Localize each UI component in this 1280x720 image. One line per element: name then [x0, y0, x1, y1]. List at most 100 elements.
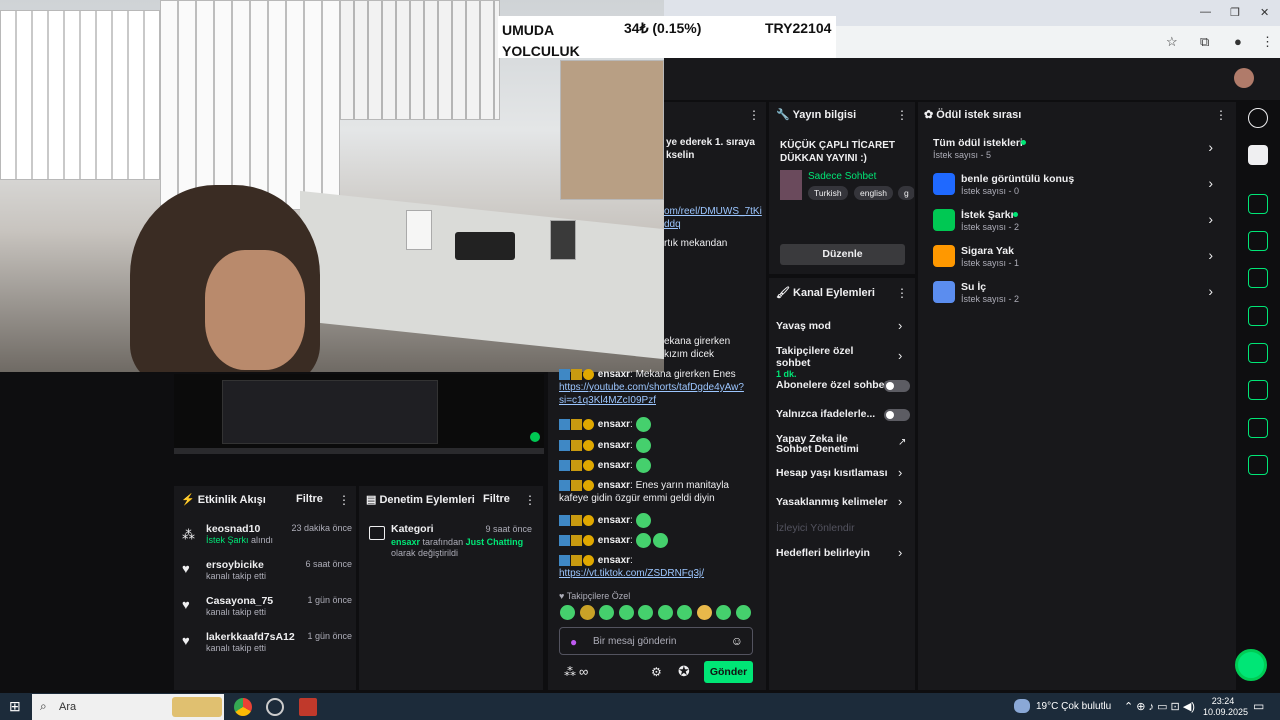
menu-dots-icon[interactable]: ⋮ [1261, 34, 1274, 50]
activity-item[interactable]: ⁂ keosnad10 İstek Şarkı alındı 23 dakika… [182, 523, 352, 549]
wrench-icon[interactable] [1248, 418, 1268, 438]
clock[interactable]: 23:24 10.09.2025 [1203, 696, 1248, 718]
ticker-name: UMUDA YOLCULUK [502, 22, 580, 59]
mod-action-item[interactable]: Kategori 9 saat önce ensaxr tarafından J… [391, 523, 536, 559]
emote-only-toggle[interactable] [884, 409, 910, 421]
chat-input[interactable]: ● Bir mesaj gönderin ☺ [559, 627, 753, 655]
lightning-icon[interactable] [1248, 231, 1268, 251]
activity-menu-icon[interactable]: ⋮ [338, 493, 350, 507]
reward-item[interactable]: Su İç İstek sayısı - 2 › [933, 281, 1223, 305]
ticker-total: TRY22104 [765, 20, 832, 36]
emote[interactable] [560, 605, 575, 620]
all-rewards-item[interactable]: Tüm ödül istekleri İstek sayısı - 5 › [933, 137, 1223, 161]
mod-menu-icon[interactable]: ⋮ [524, 493, 536, 507]
followers-only-item[interactable]: Takipçilere özel sohbet 1 dk. [776, 345, 886, 379]
bot-icon[interactable]: ✪ [678, 663, 690, 680]
emote[interactable] [599, 605, 614, 620]
reward-item[interactable]: Sigara Yak İstek sayısı - 1 › [933, 245, 1223, 269]
close-window-button[interactable]: ✕ [1260, 6, 1269, 19]
emoji-icon[interactable]: ☺ [731, 634, 743, 648]
heart-icon: ♥ [182, 561, 190, 576]
windows-start-icon[interactable]: ⊞ [9, 698, 21, 715]
reward-icon [933, 281, 955, 303]
reward-item[interactable]: İstek Şarkı İstek sayısı - 2 › [933, 209, 1223, 233]
taskbar-search[interactable]: ⌕ Ara [32, 694, 224, 720]
chat-bubble-icon[interactable] [1248, 306, 1268, 326]
category-icon [369, 526, 385, 540]
chat-link[interactable]: https://youtube.com/shorts/tafDgde4yAw? [559, 382, 744, 393]
stream-info-menu-icon[interactable]: ⋮ [896, 108, 908, 122]
app-icon[interactable] [299, 698, 317, 716]
ai-moderation-item[interactable]: Yapay Zeka ile Sohbet Denetimi [776, 434, 886, 455]
settings-gear-icon[interactable]: ⚙ [651, 665, 662, 679]
extensions-grid-icon[interactable] [1248, 455, 1268, 475]
list-icon[interactable] [1248, 268, 1268, 288]
reward-item[interactable]: benle görüntülü konuş İstek sayısı - 0 › [933, 173, 1223, 197]
notification-icon[interactable]: ▭ [1253, 699, 1264, 713]
help-button[interactable] [1235, 649, 1267, 681]
weather-text[interactable]: 19°C Çok bulutlu [1036, 701, 1111, 712]
external-link-icon: ↗ [898, 437, 907, 448]
send-button[interactable]: Gönder [704, 661, 753, 683]
chat-message: ensaxr: Mekana girerken Enes https://you… [559, 368, 744, 406]
obs-icon[interactable] [266, 698, 284, 716]
emote[interactable] [697, 605, 712, 620]
chat-fragment-link[interactable]: om/reel/DMUWS_7tKi ddq [664, 205, 762, 231]
layout-icon[interactable] [1248, 380, 1268, 400]
mod-filter-button[interactable]: Filtre [483, 493, 510, 505]
activity-feed-header: ⚡ Etkinlik Akışı [181, 494, 266, 506]
weather-icon [1014, 699, 1030, 713]
chat-link[interactable]: si=c1q3Kl4MZcI09Pzf [559, 395, 656, 406]
emote[interactable] [677, 605, 692, 620]
maximize-button[interactable]: ❐ [1230, 6, 1240, 19]
broadcast-icon[interactable] [1248, 343, 1268, 363]
emote[interactable] [580, 605, 595, 620]
subscribers-only-toggle[interactable] [884, 380, 910, 392]
tag-english[interactable]: english [854, 186, 893, 200]
chat-message: ensaxr: [559, 533, 749, 548]
chat-message: ensaxr: Enes yarın manitayla kafeye gidi… [559, 479, 729, 504]
activity-item[interactable]: ♥ Casayona_75 kanalı takip etti 1 gün önc… [182, 595, 352, 621]
chrome-icon[interactable] [234, 698, 252, 716]
tag-more[interactable]: g [898, 186, 914, 200]
chat-message: ensaxr: [559, 438, 749, 453]
activity-item[interactable]: ♥ lakerkkaafd7sA12 kanalı takip etti 1 gü… [182, 631, 352, 657]
chat-menu-icon[interactable]: ⋮ [748, 108, 760, 122]
chevron-right-icon: › [1208, 139, 1213, 155]
raid-item: İzleyici Yönlendir [776, 522, 855, 534]
reward-menu-icon[interactable]: ⋮ [1215, 108, 1227, 122]
emote[interactable] [619, 605, 634, 620]
edit-stream-button[interactable]: Düzenle [780, 244, 905, 265]
channel-actions-menu-icon[interactable]: ⋮ [896, 286, 908, 300]
stream-info-header: 🔧 Yayın bilgisi [776, 109, 857, 121]
activity-filter-button[interactable]: Filtre [296, 493, 323, 505]
tag-turkish[interactable]: Turkish [808, 186, 848, 200]
profile-icon[interactable]: ● [1234, 34, 1242, 49]
info-icon[interactable] [1248, 108, 1268, 128]
emote[interactable] [716, 605, 731, 620]
tray-icons[interactable]: ⌃ ⊕ ♪ ▭ ⊡ ◀) [1124, 700, 1195, 713]
bookmark-star-icon[interactable]: ☆ [1166, 34, 1178, 50]
stream-category[interactable]: Sadece Sohbet [808, 171, 876, 182]
chat-fragment-top: ye ederek 1. sıraya kselin [666, 137, 755, 161]
emote[interactable] [736, 605, 751, 620]
minimize-button[interactable]: — [1200, 6, 1211, 18]
microphone-icon[interactable]: ● [570, 635, 577, 649]
emote[interactable] [658, 605, 673, 620]
banned-words-item[interactable]: Yasaklanmış kelimeler [776, 496, 888, 508]
chevron-right-icon: › [1208, 175, 1213, 191]
avatar[interactable] [1234, 68, 1254, 88]
set-goals-item[interactable]: Hedefleri belirleyin [776, 547, 870, 559]
slow-mode-item[interactable]: Yavaş mod [776, 320, 831, 332]
activity-item[interactable]: ♥ ersoybicike kanalı takip etti 6 saat ön… [182, 559, 352, 585]
emote[interactable] [638, 605, 653, 620]
points-icon[interactable]: ⁂ [564, 665, 576, 679]
account-age-item[interactable]: Hesap yaşı kısıtlaması [776, 467, 888, 479]
chevron-right-icon: › [898, 494, 903, 509]
extensions-icon[interactable]: ⧉ [1200, 34, 1209, 50]
chevron-right-icon: › [898, 545, 903, 560]
clip-icon[interactable] [1248, 194, 1268, 214]
pencil-icon[interactable] [1248, 145, 1268, 165]
chat-link[interactable]: https://vt.tiktok.com/ZSDRNFq3j/ [559, 568, 704, 579]
search-icon: ⌕ [40, 699, 47, 713]
